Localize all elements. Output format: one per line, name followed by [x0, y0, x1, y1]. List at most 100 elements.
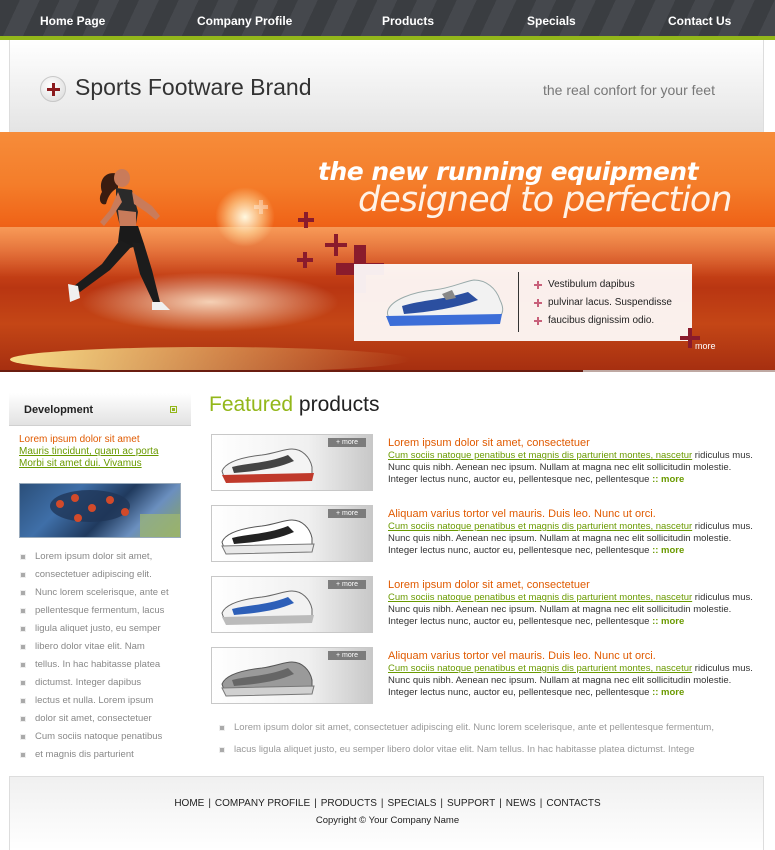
product-more-link[interactable]: :: more	[652, 474, 684, 485]
hero-product-panel: Vestibulum dapibus pulvinar lacus. Suspe…	[354, 264, 692, 341]
product-title[interactable]: Aliquam varius tortor vel mauris. Duis l…	[388, 650, 656, 662]
hero-subheadline: designed to perfection	[358, 180, 733, 220]
list-item-text: libero dolor vitae elit. Nam	[35, 641, 145, 652]
nav-specials[interactable]: Specials	[527, 14, 576, 28]
product-thumbnail[interactable]: + more	[211, 505, 373, 562]
list-item: tellus. In hac habitasse platea	[19, 656, 169, 674]
footer-link-home[interactable]: HOME	[174, 798, 204, 809]
product-link[interactable]: Cum sociis natoque penatibus et magnis d…	[388, 592, 692, 603]
product-thumbnail[interactable]: + more	[211, 576, 373, 633]
nav-products[interactable]: Products	[382, 14, 434, 28]
list-item: lectus et nulla. Lorem ipsum	[19, 692, 169, 710]
list-item: dictumst. Integer dapibus	[19, 674, 169, 692]
footer-separator: |	[539, 798, 543, 809]
featured-title: Featured products	[209, 393, 379, 417]
product-link[interactable]: Cum sociis natoque penatibus et magnis d…	[388, 450, 692, 461]
hero-feature-item: pulvinar lacus. Suspendisse	[532, 294, 672, 312]
list-item: ligula aliquet justo, eu semper	[19, 620, 169, 638]
brand-name[interactable]: Sports Footware Brand	[75, 74, 312, 101]
site-footer	[9, 776, 764, 850]
square-bullet-icon	[20, 608, 26, 614]
footer-separator: |	[380, 798, 384, 809]
product-title[interactable]: Lorem ipsum dolor sit amet, consectetuer	[388, 437, 590, 449]
hero-feature-text: faucibus dignissim odio.	[548, 315, 655, 326]
list-item-text: Lorem ipsum dolor sit amet,	[35, 551, 153, 562]
sidebar-link[interactable]: Mauris tincidunt, quam ac porta	[19, 446, 159, 457]
logo-cross-icon[interactable]	[40, 76, 66, 102]
product-description: Cum sociis natoque penatibus et magnis d…	[388, 592, 758, 628]
sidebar-square-icon	[170, 406, 177, 413]
nav-home[interactable]: Home Page	[40, 14, 105, 28]
list-item-text: ligula aliquet justo, eu semper	[35, 623, 161, 634]
list-item-text: Cum sociis natoque penatibus	[35, 731, 163, 742]
thumb-more-button[interactable]: + more	[328, 438, 366, 447]
shoe-image	[221, 590, 314, 625]
product-more-link[interactable]: :: more	[652, 687, 684, 698]
tagline: the real confort for your feet	[543, 82, 715, 98]
footer-separator: |	[314, 798, 317, 809]
footer-link-contacts[interactable]: CONTACTS	[546, 798, 600, 809]
square-bullet-icon	[20, 662, 26, 668]
list-item-text: lectus et nulla. Lorem ipsum	[35, 695, 154, 706]
plus-bullet-icon	[534, 317, 542, 325]
list-item: Lorem ipsum dolor sit amet,	[19, 548, 169, 566]
list-item: pellentesque fermentum, lacus	[19, 602, 169, 620]
list-item-text: lacus ligula aliquet justo, eu semper li…	[234, 744, 695, 755]
thumb-more-button[interactable]: + more	[328, 509, 366, 518]
product-link[interactable]: Cum sociis natoque penatibus et magnis d…	[388, 521, 692, 532]
footer-link-news[interactable]: NEWS	[506, 798, 536, 809]
list-item-text: dictumst. Integer dapibus	[35, 677, 142, 688]
square-bullet-icon	[20, 752, 26, 758]
list-item-text: tellus. In hac habitasse platea	[35, 659, 161, 670]
shoe-image	[221, 448, 314, 483]
product-title[interactable]: Lorem ipsum dolor sit amet, consectetuer	[388, 579, 590, 591]
list-item: consectetuer adipiscing elit.	[19, 566, 169, 584]
hero-more-link[interactable]: more	[695, 341, 716, 351]
thumb-more-button[interactable]: + more	[328, 651, 366, 660]
featured-title-main: products	[298, 393, 380, 416]
product-thumbnail[interactable]: + more	[211, 647, 373, 704]
hero-banner: the new running equipment designed to pe…	[0, 132, 775, 372]
square-bullet-icon	[20, 554, 26, 560]
plus-bullet-icon	[534, 299, 542, 307]
footer-link-specials[interactable]: SPECIALS	[387, 798, 436, 809]
hero-bottom-bar-right	[583, 370, 775, 372]
list-item-text: dolor sit amet, consectetuer	[35, 713, 152, 724]
hero-feature-text: Vestibulum dapibus	[548, 279, 635, 290]
list-item: lacus ligula aliquet justo, eu semper li…	[218, 741, 714, 763]
square-bullet-icon	[20, 734, 26, 740]
product-link[interactable]: Cum sociis natoque penatibus et magnis d…	[388, 663, 692, 674]
runner-image	[68, 169, 170, 310]
sidebar-list: Lorem ipsum dolor sit amet, consectetuer…	[19, 548, 169, 764]
shoe-image	[221, 519, 315, 555]
footer-separator: |	[499, 798, 502, 809]
hero-feature-text: pulvinar lacus. Suspendisse	[548, 297, 672, 308]
hero-shoe-image[interactable]	[382, 270, 508, 330]
square-bullet-icon	[20, 716, 26, 722]
hero-feature-list: Vestibulum dapibus pulvinar lacus. Suspe…	[532, 276, 672, 330]
footer-separator: |	[208, 798, 211, 809]
footer-link-support[interactable]: SUPPORT	[447, 798, 495, 809]
footer-link-products[interactable]: PRODUCTS	[321, 798, 377, 809]
product-more-link[interactable]: :: more	[652, 545, 684, 556]
list-item-text: consectetuer adipiscing elit.	[35, 569, 152, 580]
square-bullet-icon	[20, 680, 26, 686]
bottom-list: Lorem ipsum dolor sit amet, consectetuer…	[218, 719, 714, 763]
cross-icon	[297, 252, 313, 268]
product-description: Cum sociis natoque penatibus et magnis d…	[388, 450, 758, 486]
footer-link-company-profile[interactable]: COMPANY PROFILE	[215, 798, 310, 809]
list-item: et magnis dis parturient	[19, 746, 169, 764]
product-thumbnail[interactable]: + more	[211, 434, 373, 491]
list-item-text: Lorem ipsum dolor sit amet, consectetuer…	[234, 722, 714, 733]
product-title[interactable]: Aliquam varius tortor vel mauris. Duis l…	[388, 508, 656, 520]
product-more-link[interactable]: :: more	[652, 616, 684, 627]
list-item: libero dolor vitae elit. Nam	[19, 638, 169, 656]
nav-company-profile[interactable]: Company Profile	[197, 14, 292, 28]
sidebar-link[interactable]: Morbi sit amet dui. Vivamus	[19, 458, 142, 469]
square-bullet-icon	[20, 626, 26, 632]
copyright: Copyright © Your Company Name	[315, 815, 460, 826]
sidebar-photo[interactable]	[19, 483, 181, 538]
nav-contact-us[interactable]: Contact Us	[668, 14, 731, 28]
hero-sun	[215, 187, 275, 247]
thumb-more-button[interactable]: + more	[328, 580, 366, 589]
